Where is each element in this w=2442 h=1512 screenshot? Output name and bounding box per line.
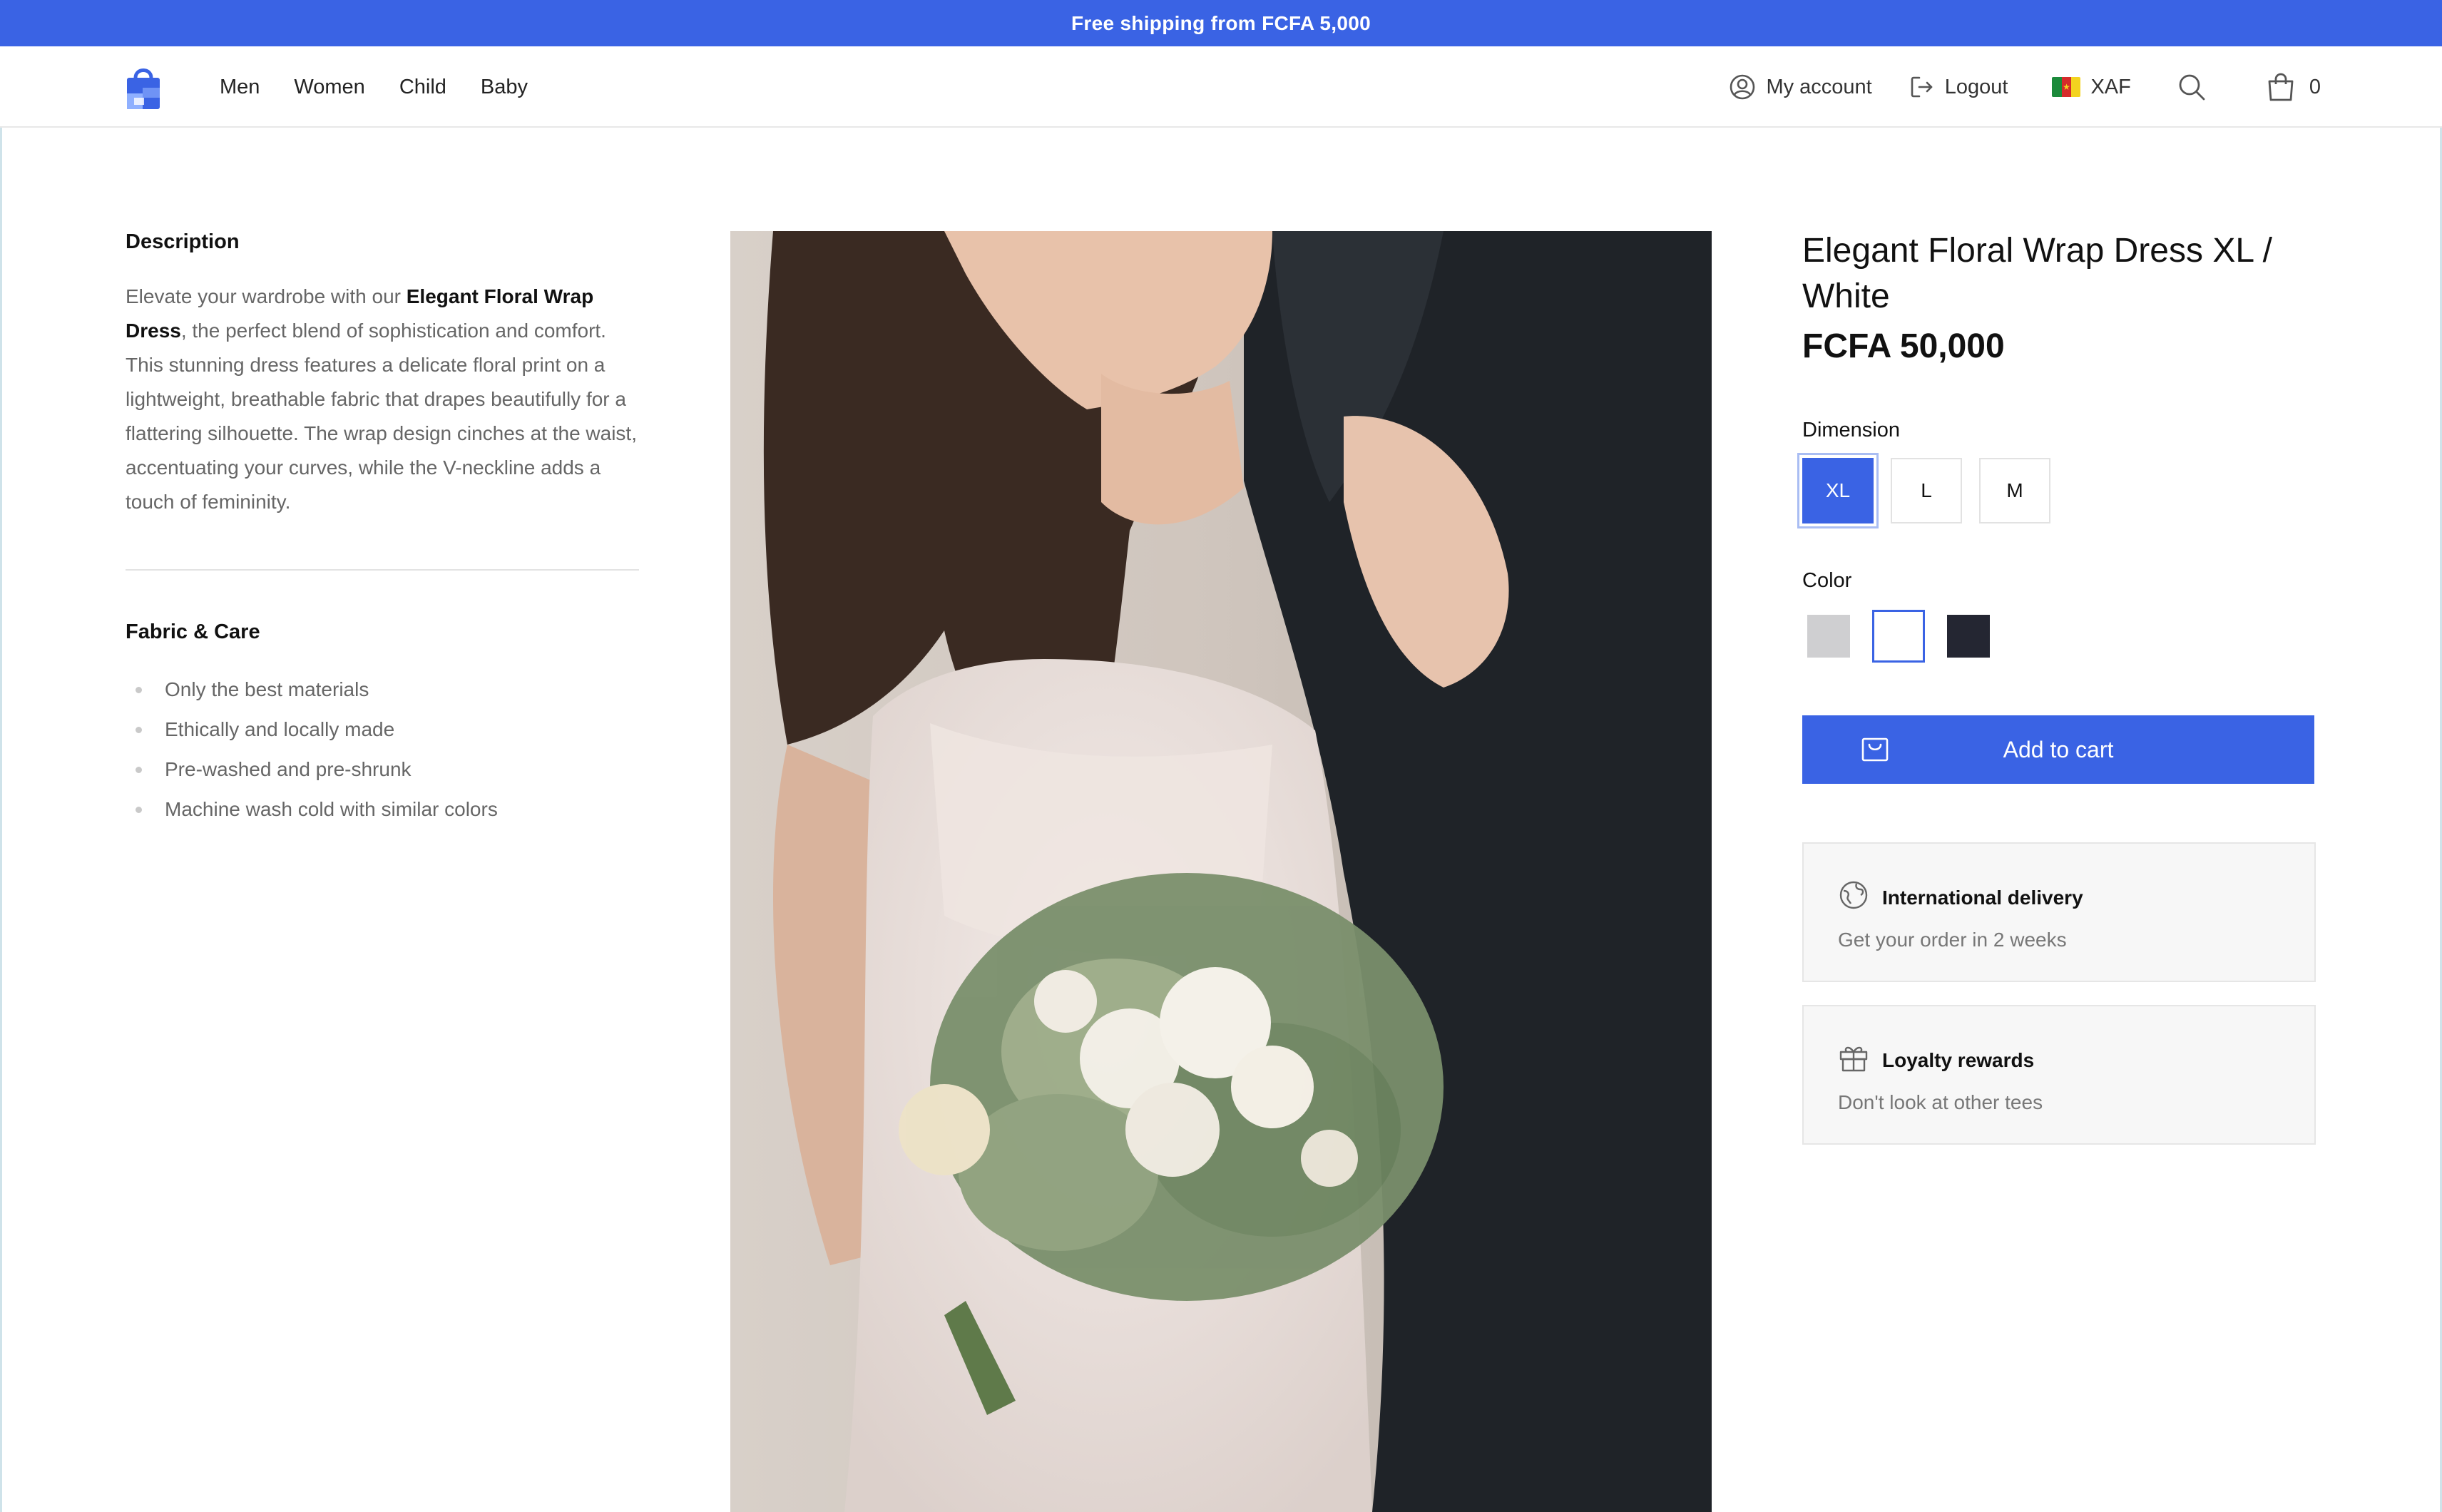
my-account-link[interactable]: My account: [1729, 73, 1872, 101]
cart-icon: [1861, 737, 1889, 768]
size-option-m[interactable]: M: [1979, 458, 2050, 523]
promo-text: Free shipping from FCFA 5,000: [1071, 11, 1371, 34]
description-text-end: , the perfect blend of sophistication an…: [126, 320, 637, 513]
bullet-icon: [136, 726, 142, 733]
perk-subtitle: Don't look at other tees: [1838, 1091, 2043, 1113]
product-title: Elegant Floral Wrap Dress XL / White: [1802, 232, 2272, 315]
header-actions: My account Logout ★ XAF 0: [1729, 46, 2321, 128]
color-swatch-black[interactable]: [1942, 610, 1995, 663]
my-account-label: My account: [1766, 75, 1872, 98]
shopping-bag-icon: [2267, 71, 2295, 103]
logout-label: Logout: [1944, 75, 2008, 98]
description-text-start: Elevate your wardrobe with our: [126, 285, 407, 307]
product-details-column: Description Elevate your wardrobe with o…: [126, 230, 639, 829]
cart-count: 0: [2309, 75, 2321, 98]
perk-subtitle: Get your order in 2 weeks: [1838, 929, 2067, 951]
color-selector: [1802, 610, 2316, 663]
perk-card-delivery: International delivery Get your order in…: [1802, 842, 2316, 982]
nav-baby[interactable]: Baby: [481, 76, 528, 99]
size-selector: XL L M: [1802, 458, 2316, 523]
fabric-care-list: Only the best materials Ethically and lo…: [126, 670, 639, 829]
product-image[interactable]: [730, 231, 1712, 1512]
gift-icon: [1838, 1042, 1869, 1078]
cameroon-flag-icon: ★: [2052, 77, 2081, 97]
fabric-care-title: Fabric & Care: [126, 620, 260, 643]
logout-link[interactable]: Logout: [1908, 73, 2008, 101]
size-option-xl[interactable]: XL: [1802, 458, 1874, 523]
cart-button[interactable]: 0: [2267, 71, 2321, 103]
list-item: Ethically and locally made: [126, 710, 639, 750]
dimension-label: Dimension: [1802, 419, 1900, 441]
care-item-text: Machine wash cold with similar colors: [165, 798, 498, 820]
care-item-text: Ethically and locally made: [165, 718, 395, 740]
nav-women[interactable]: Women: [294, 76, 364, 99]
globe-icon: [1838, 879, 1869, 916]
site-header: Men Women Child Baby My account Logout ★…: [0, 46, 2442, 128]
description-text: Elevate your wardrobe with our Elegant F…: [126, 280, 639, 519]
list-item: Machine wash cold with similar colors: [126, 790, 639, 829]
size-option-l[interactable]: L: [1891, 458, 1962, 523]
list-item: Only the best materials: [126, 670, 639, 710]
perk-title: Loyalty rewards: [1882, 1048, 2035, 1071]
list-item: Pre-washed and pre-shrunk: [126, 750, 639, 790]
logout-icon: [1908, 73, 1935, 101]
add-to-cart-button[interactable]: Add to cart: [1802, 715, 2314, 784]
perk-card-loyalty: Loyalty rewards Don't look at other tees: [1802, 1005, 2316, 1145]
care-item-text: Pre-washed and pre-shrunk: [165, 758, 412, 780]
bullet-icon: [136, 686, 142, 693]
nav-men[interactable]: Men: [220, 76, 260, 99]
bullet-icon: [136, 806, 142, 813]
store-logo[interactable]: [124, 62, 163, 112]
promo-bar: Free shipping from FCFA 5,000: [0, 0, 2442, 46]
color-swatch-grey[interactable]: [1802, 610, 1855, 663]
perk-title: International delivery: [1882, 886, 2083, 909]
main-nav: Men Women Child Baby: [220, 46, 528, 128]
currency-selector[interactable]: ★ XAF: [2052, 75, 2131, 99]
search-button[interactable]: [2177, 72, 2207, 102]
description-title: Description: [126, 230, 240, 253]
currency-label: XAF: [2090, 75, 2131, 98]
section-divider: [126, 569, 639, 571]
product-purchase-column: Elegant Floral Wrap Dress XL / White FCF…: [1802, 228, 2316, 1145]
color-label: Color: [1802, 569, 1852, 592]
care-item-text: Only the best materials: [165, 678, 369, 700]
product-price: FCFA 50,000: [1802, 327, 2005, 365]
bullet-icon: [136, 766, 142, 773]
nav-child[interactable]: Child: [399, 76, 446, 99]
search-icon: [2177, 72, 2207, 102]
user-circle-icon: [1729, 73, 1756, 101]
color-swatch-white[interactable]: [1872, 610, 1925, 663]
